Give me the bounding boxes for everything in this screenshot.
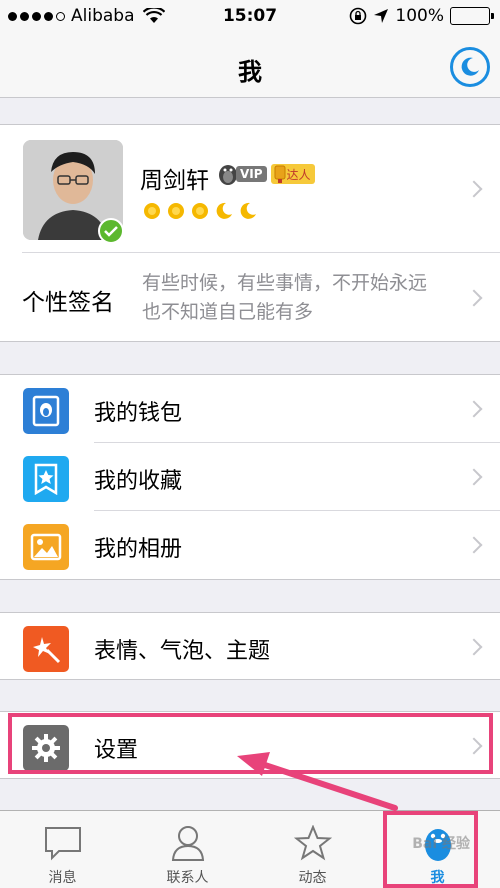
contacts-icon [171,826,204,861]
sun-level-icon [168,203,184,219]
vip-label: VIP [236,166,267,182]
chevron-right-icon [465,536,483,554]
favorites-icon [23,456,69,502]
status-right: 100% [349,6,494,26]
vip-badge[interactable]: VIP [218,162,267,186]
tab-messages[interactable]: 消息 [0,811,125,888]
tab-label-feed: 动态 [298,870,327,886]
sun-level-icon [192,203,208,219]
rotation-lock-icon [350,7,367,25]
chevron-right-icon [465,400,483,418]
verified-check-icon [98,218,124,244]
watermark: Bai 经验 [412,836,470,852]
menu-item-album[interactable]: 我的相册 [0,511,500,579]
message-icon [44,827,81,861]
chevron-right-icon [465,638,483,656]
profile-row[interactable]: 周剑轩 VIP 达人 [0,125,500,253]
nav-bar: 我 [0,34,500,98]
moon-icon [461,57,479,76]
menu-label-favorites: 我的收藏 [94,469,183,494]
menu-item-favorites[interactable]: 我的收藏 [0,443,500,511]
themes-group: 表情、气泡、主题 [0,612,500,680]
username: 周剑轩 [140,168,209,194]
signature-label: 个性签名 [22,290,114,316]
profile-group: 周剑轩 VIP 达人 个性签名 有些时候，有些事情，不开始永远也不知道自己能有多 [0,124,500,342]
daren-badge[interactable]: 达人 [270,164,315,184]
moon-level-icon [240,202,256,219]
menu-item-themes[interactable]: 表情、气泡、主题 [0,613,500,681]
tab-label-contacts: 联系人 [166,870,209,886]
daren-icon [274,165,286,183]
status-bar: Alibaba 15:07 100% [0,0,500,34]
tab-label-messages: 消息 [48,870,77,886]
theme-icon [23,626,69,672]
wallet-icon [23,388,69,434]
chevron-right-icon [465,289,483,307]
badges: VIP 达人 [218,162,315,186]
menu-item-wallet[interactable]: 我的钱包 [0,375,500,443]
sun-level-icon [144,203,160,219]
level-icons[interactable] [142,201,258,221]
menu-label-themes: 表情、气泡、主题 [94,639,271,664]
vip-penguin-icon [219,165,237,185]
signature-text: 有些时候，有些事情，不开始永远也不知道自己能有多 [142,272,428,323]
battery-icon [450,7,494,25]
chevron-right-icon [465,180,483,198]
page-title: 我 [238,58,262,86]
menu-label-wallet: 我的钱包 [94,401,183,426]
battery-percent: 100% [395,6,444,26]
moon-level-icon [216,202,232,219]
signature-row[interactable]: 个性签名 有些时候，有些事情，不开始永远也不知道自己能有多 [0,253,500,343]
menu-label-album: 我的相册 [94,537,183,562]
chevron-right-icon [465,468,483,486]
tab-feed[interactable]: 动态 [250,811,375,888]
night-mode-button[interactable] [450,47,490,87]
daren-label: 达人 [286,167,311,182]
settings-highlight-box [8,713,493,774]
location-arrow-icon [374,9,389,23]
tab-contacts[interactable]: 联系人 [125,811,250,888]
album-icon [23,524,69,570]
menu-group: 我的钱包 我的收藏 我的相册 [0,374,500,580]
star-icon [293,825,332,861]
